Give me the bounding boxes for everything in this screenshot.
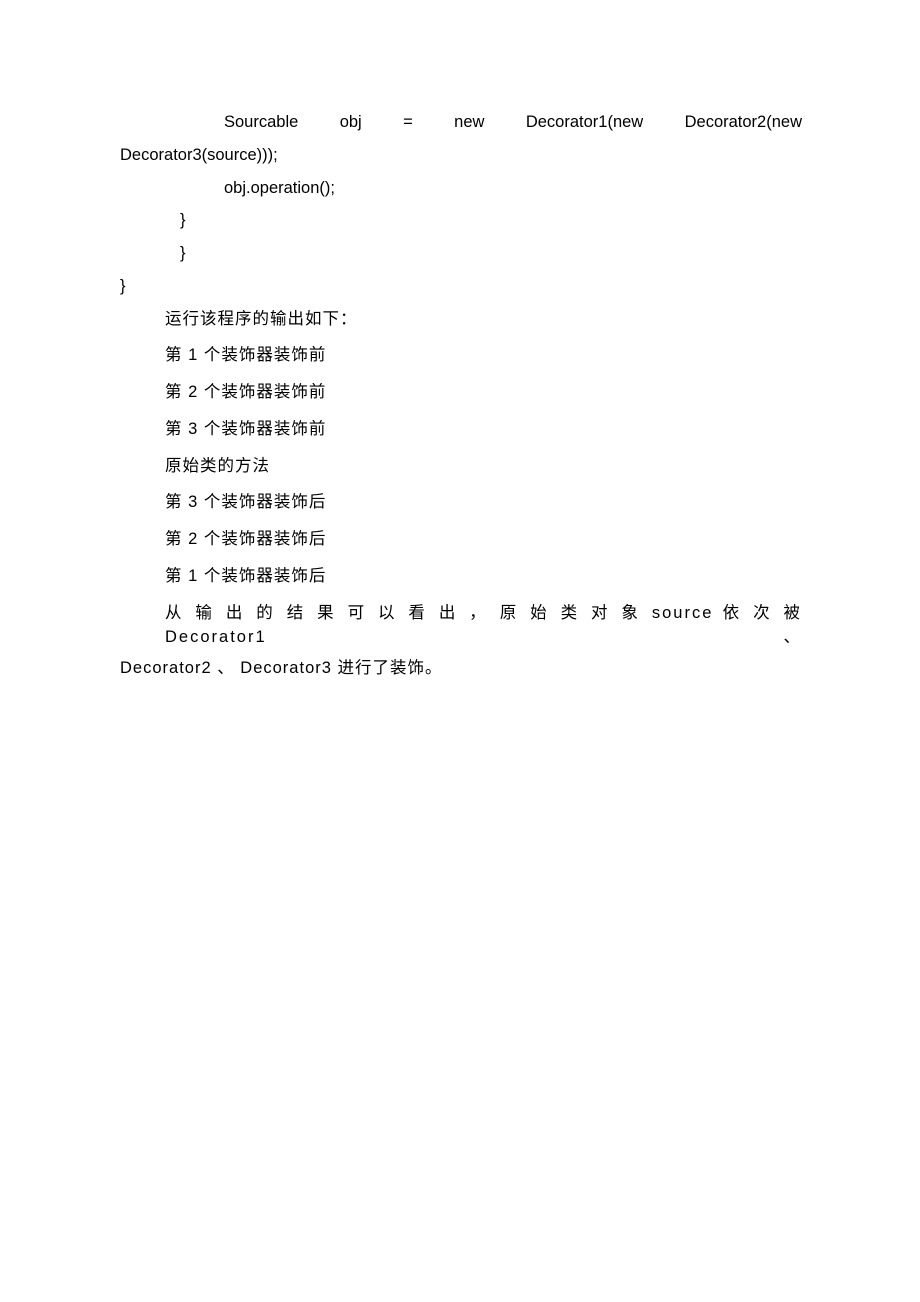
output-line: 第 2 个装饰器装饰后 (120, 527, 802, 552)
output-intro: 运行该程序的输出如下： (120, 307, 802, 332)
output-line: 第 3 个装饰器装饰前 (120, 417, 802, 442)
output-line: 第 3 个装饰器装饰后 (120, 490, 802, 515)
code-line: obj.operation(); (120, 176, 802, 201)
code-line: Sourcable obj = new Decorator1(new Decor… (120, 110, 802, 135)
summary-text: 从 输 出 的 结 果 可 以 看 出 ， 原 始 类 对 象 source 依… (120, 601, 802, 651)
document-page: Sourcable obj = new Decorator1(new Decor… (0, 0, 920, 1302)
code-brace-close: } (120, 274, 802, 299)
output-line: 第 2 个装饰器装饰前 (120, 380, 802, 405)
output-line: 第 1 个装饰器装饰后 (120, 564, 802, 589)
code-brace-close: } (120, 241, 802, 266)
code-line-continuation: Decorator3(source))); (120, 143, 802, 168)
output-line: 原始类的方法 (120, 454, 802, 479)
summary-text: Decorator2 、 Decorator3 进行了装饰。 (120, 656, 802, 681)
code-brace-close: } (120, 208, 802, 233)
output-line: 第 1 个装饰器装饰前 (120, 343, 802, 368)
